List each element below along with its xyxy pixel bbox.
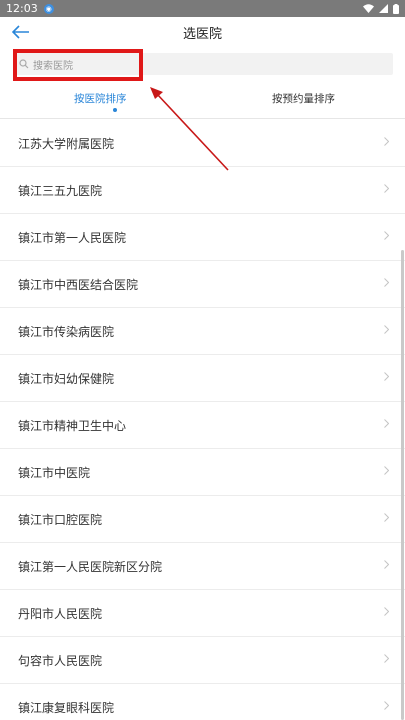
hospital-name: 镇江市精神卫生中心 — [18, 418, 127, 433]
list-item[interactable]: 镇江市口腔医院 — [0, 496, 405, 543]
back-button[interactable] — [12, 23, 34, 41]
list-item[interactable]: 镇江市妇幼保健院 — [0, 355, 405, 402]
list-item[interactable]: 镇江第一人民医院新区分院 — [0, 543, 405, 590]
hospital-name: 镇江市中西医结合医院 — [18, 277, 139, 292]
wifi-icon — [363, 4, 374, 13]
chevron-right-icon — [384, 607, 389, 616]
list-item[interactable]: 镇江市第一人民医院 — [0, 214, 405, 261]
location-badge-icon: ◉ — [43, 3, 54, 14]
hospital-name: 镇江市第一人民医院 — [18, 230, 127, 245]
sort-tabs: 按医院排序 按预约量排序 — [0, 83, 405, 119]
hospital-name: 镇江市中医院 — [18, 465, 91, 480]
hospital-name: 镇江市妇幼保健院 — [18, 371, 115, 386]
hospital-name: 丹阳市人民医院 — [18, 606, 103, 621]
chevron-right-icon — [384, 560, 389, 569]
page-title: 选医院 — [182, 26, 222, 42]
chevron-right-icon — [384, 278, 389, 287]
chevron-right-icon — [384, 372, 389, 381]
chevron-right-icon — [384, 137, 389, 146]
hospital-name: 镇江三五九医院 — [18, 183, 103, 198]
list-item[interactable]: 镇江市传染病医院 — [0, 308, 405, 355]
list-item[interactable]: 江苏大学附属医院 — [0, 120, 405, 167]
app-header: 选医院 — [0, 17, 405, 47]
chevron-right-icon — [384, 701, 389, 710]
list-item[interactable]: 镇江三五九医院 — [0, 167, 405, 214]
scrollbar[interactable] — [401, 250, 404, 720]
list-item[interactable]: 丹阳市人民医院 — [0, 590, 405, 637]
hospital-name: 镇江市传染病医院 — [18, 324, 115, 339]
status-time: 12:03 — [6, 2, 38, 15]
chevron-right-icon — [384, 325, 389, 334]
list-item[interactable]: 镇江康复眼科医院 — [0, 684, 405, 720]
active-tab-indicator — [113, 108, 117, 112]
tab-sort-by-hospital[interactable]: 按医院排序 — [74, 91, 127, 106]
chevron-right-icon — [384, 654, 389, 663]
signal-icon — [379, 4, 388, 13]
hospital-name: 镇江第一人民医院新区分院 — [18, 559, 163, 574]
annotation-highlight-box — [13, 49, 143, 81]
status-bar: 12:03 ◉ — [0, 0, 405, 17]
chevron-right-icon — [384, 231, 389, 240]
list-item[interactable]: 镇江市精神卫生中心 — [0, 402, 405, 449]
list-item[interactable]: 镇江市中医院 — [0, 449, 405, 496]
status-icons — [363, 3, 399, 14]
chevron-right-icon — [384, 466, 389, 475]
hospital-list: 江苏大学附属医院 镇江三五九医院 镇江市第一人民医院 镇江市中西医结合医院 镇江… — [0, 120, 405, 720]
back-arrow-icon — [12, 25, 29, 39]
chevron-right-icon — [384, 184, 389, 193]
list-item[interactable]: 镇江市中西医结合医院 — [0, 261, 405, 308]
chevron-right-icon — [384, 513, 389, 522]
hospital-name: 镇江市口腔医院 — [18, 512, 103, 527]
tab-sort-by-appointments[interactable]: 按预约量排序 — [272, 91, 335, 106]
hospital-name: 江苏大学附属医院 — [18, 136, 115, 151]
battery-icon — [393, 3, 399, 14]
list-item[interactable]: 句容市人民医院 — [0, 637, 405, 684]
hospital-name: 句容市人民医院 — [18, 653, 103, 668]
hospital-name: 镇江康复眼科医院 — [18, 700, 115, 715]
chevron-right-icon — [384, 419, 389, 428]
